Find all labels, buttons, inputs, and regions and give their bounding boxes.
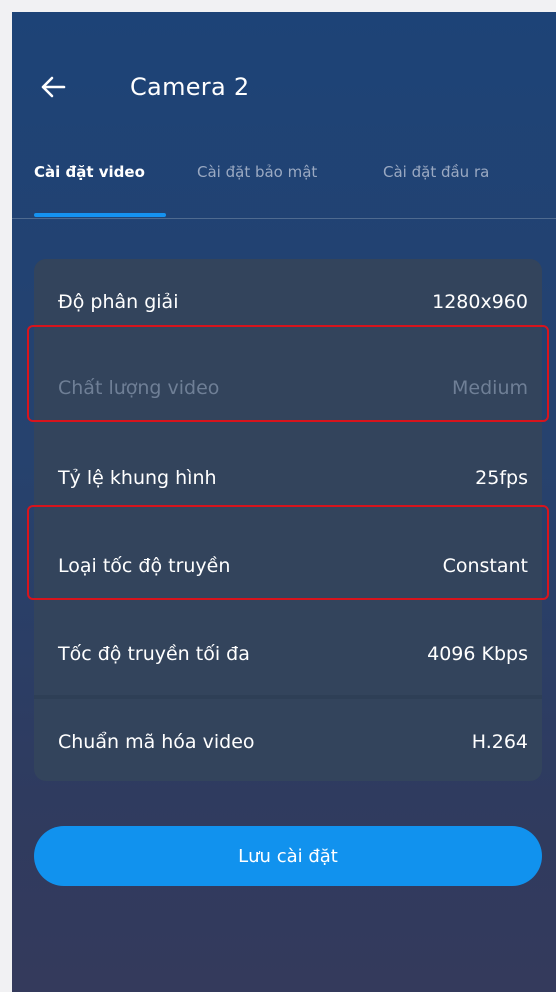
setting-label: Tỷ lệ khung hình <box>58 467 217 489</box>
app-screen: Camera 2 Cài đặt video Cài đặt bảo mật C… <box>12 12 556 992</box>
setting-value: 4096 Kbps <box>427 643 528 665</box>
arrow-left-icon <box>41 76 66 98</box>
setting-value: H.264 <box>471 731 528 753</box>
setting-row-video-codec[interactable]: Chuẩn mã hóa video H.264 <box>34 699 542 781</box>
setting-row-frame-rate[interactable]: Tỷ lệ khung hình 25fps <box>34 435 542 521</box>
setting-row-video-quality[interactable]: Chất lượng video Medium <box>34 345 542 431</box>
setting-row-resolution[interactable]: Độ phân giải 1280x960 <box>34 259 542 345</box>
page-title: Camera 2 <box>130 73 250 101</box>
setting-row-max-bitrate[interactable]: Tốc độ truyền tối đa 4096 Kbps <box>34 611 542 697</box>
setting-row-bitrate-type[interactable]: Loại tốc độ truyền Constant <box>34 523 542 609</box>
settings-card: Độ phân giải 1280x960 Chất lượng video M… <box>34 259 542 781</box>
tab-video-settings[interactable]: Cài đặt video <box>34 152 145 192</box>
setting-label: Tốc độ truyền tối đa <box>58 643 250 665</box>
save-settings-button[interactable]: Lưu cài đặt <box>34 826 542 886</box>
setting-value: 1280x960 <box>432 291 528 313</box>
setting-label: Chuẩn mã hóa video <box>58 731 255 753</box>
setting-value: Constant <box>442 555 528 577</box>
tab-bar: Cài đặt video Cài đặt bảo mật Cài đặt đầ… <box>12 152 556 218</box>
back-button[interactable] <box>38 72 68 102</box>
setting-label: Loại tốc độ truyền <box>58 555 231 577</box>
setting-value: 25fps <box>475 467 528 489</box>
tab-output-settings[interactable]: Cài đặt đầu ra <box>383 152 489 192</box>
active-tab-indicator <box>34 213 166 217</box>
tab-security-settings[interactable]: Cài đặt bảo mật <box>197 152 317 192</box>
setting-label: Độ phân giải <box>58 291 179 313</box>
setting-value: Medium <box>452 377 528 399</box>
setting-label: Chất lượng video <box>58 377 220 399</box>
tabs-divider <box>12 218 556 219</box>
